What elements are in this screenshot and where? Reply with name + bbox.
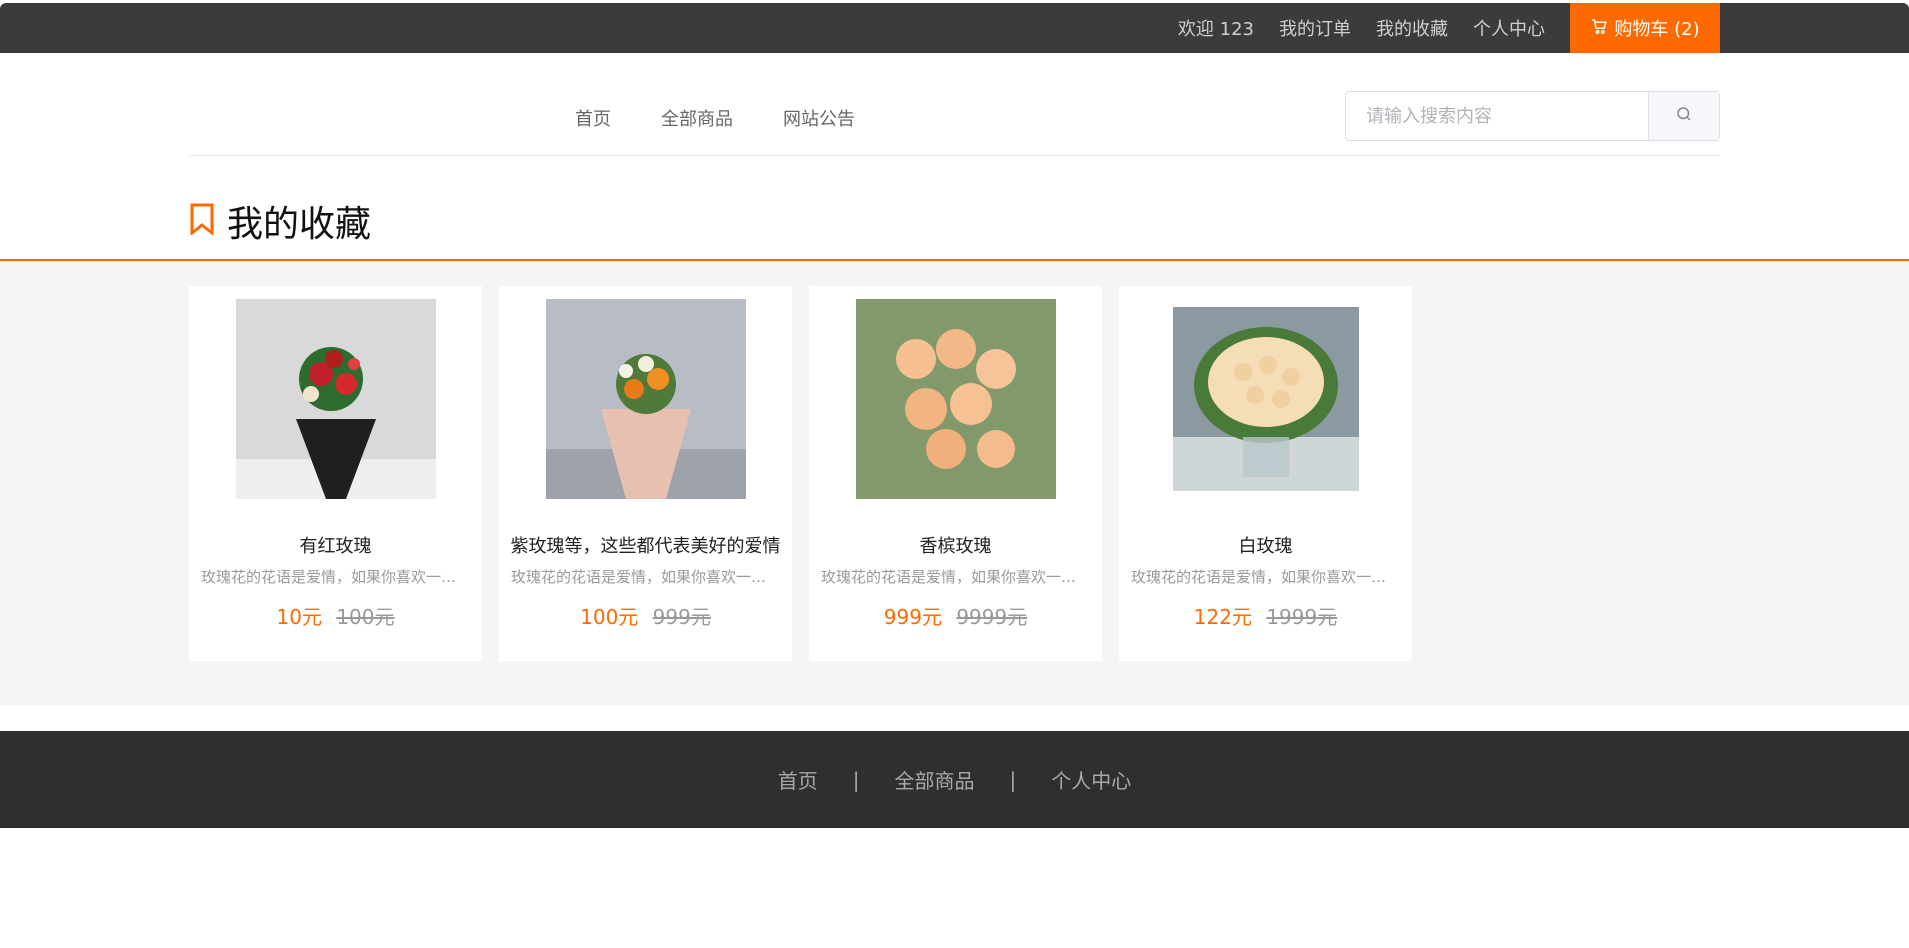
favorite-card[interactable]: 紫玫瑰等，这些都代表美好的爱情 玫瑰花的花语是爱情，如果你喜欢一个... 100… <box>499 286 792 661</box>
favorite-card[interactable]: 白玫瑰 玫瑰花的花语是爱情，如果你喜欢一个... 122元 1999元 <box>1119 286 1412 661</box>
product-original-price: 9999元 <box>956 605 1028 629</box>
product-description: 玫瑰花的花语是爱情，如果你喜欢一个... <box>1131 568 1401 586</box>
footer-separator: | <box>1009 767 1017 792</box>
search-box <box>1345 91 1720 141</box>
product-name[interactable]: 紫玫瑰等，这些都代表美好的爱情 <box>499 532 792 558</box>
product-description: 玫瑰花的花语是爱情，如果你喜欢一个... <box>201 568 471 586</box>
product-image[interactable] <box>855 299 1056 499</box>
cart-button[interactable]: 购物车 (2) <box>1570 3 1720 53</box>
bookmark-icon <box>189 203 215 239</box>
top-bar-links: 欢迎 123 我的订单 我的收藏 个人中心 购物车 (2) <box>1178 3 1720 53</box>
price-row: 999元 9999元 <box>809 601 1102 630</box>
footer-link-profile[interactable]: 个人中心 <box>1051 765 1131 794</box>
my-favorites-link[interactable]: 我的收藏 <box>1376 15 1448 41</box>
search-button[interactable] <box>1648 92 1719 140</box>
cart-label: 购物车 (2) <box>1614 19 1700 40</box>
product-original-price: 100元 <box>336 605 395 629</box>
footer-link-home[interactable]: 首页 <box>778 765 818 794</box>
main-nav: 首页 全部商品 网站公告 <box>575 105 855 131</box>
search-input[interactable] <box>1346 92 1648 140</box>
product-price: 122元 <box>1193 605 1252 629</box>
product-description: 玫瑰花的花语是爱情，如果你喜欢一个... <box>821 568 1091 586</box>
search-icon <box>1675 105 1693 127</box>
my-orders-link[interactable]: 我的订单 <box>1279 15 1351 41</box>
product-original-price: 1999元 <box>1266 605 1338 629</box>
header-divider <box>189 155 1720 156</box>
cart-icon <box>1590 17 1608 40</box>
welcome-user-link[interactable]: 欢迎 123 <box>1178 15 1254 41</box>
product-image[interactable] <box>545 299 746 499</box>
footer-separator: | <box>852 767 860 792</box>
product-name[interactable]: 有红玫瑰 <box>189 532 482 558</box>
title-group: 我的收藏 <box>189 195 371 247</box>
profile-link[interactable]: 个人中心 <box>1473 15 1545 41</box>
product-description: 玫瑰花的花语是爱情，如果你喜欢一个... <box>511 568 781 586</box>
product-name[interactable]: 香槟玫瑰 <box>809 532 1102 558</box>
page-title: 我的收藏 <box>227 204 372 245</box>
page: 欢迎 123 我的订单 我的收藏 个人中心 购物车 (2) 首页 全部商品 网站… <box>0 3 1909 948</box>
top-bar: 欢迎 123 我的订单 我的收藏 个人中心 购物车 (2) <box>0 3 1909 53</box>
nav-home[interactable]: 首页 <box>575 105 611 131</box>
price-row: 122元 1999元 <box>1119 601 1412 630</box>
nav-announcements[interactable]: 网站公告 <box>783 105 855 131</box>
footer: 首页 | 全部商品 | 个人中心 <box>0 731 1909 828</box>
product-price: 999元 <box>883 605 942 629</box>
product-original-price: 999元 <box>652 605 711 629</box>
header: 首页 全部商品 网站公告 <box>0 53 1909 157</box>
product-price: 10元 <box>276 605 322 629</box>
title-section: 我的收藏 <box>0 157 1909 261</box>
product-image[interactable] <box>1166 299 1366 499</box>
product-price: 100元 <box>580 605 639 629</box>
product-name[interactable]: 白玫瑰 <box>1119 532 1412 558</box>
nav-all-products[interactable]: 全部商品 <box>661 105 733 131</box>
price-row: 10元 100元 <box>189 601 482 630</box>
product-image[interactable] <box>235 299 436 499</box>
favorites-grid: 有红玫瑰 玫瑰花的花语是爱情，如果你喜欢一个... 10元 100元 紫玫瑰等，… <box>189 286 1412 661</box>
favorites-section: 有红玫瑰 玫瑰花的花语是爱情，如果你喜欢一个... 10元 100元 紫玫瑰等，… <box>0 261 1909 705</box>
favorite-card[interactable]: 有红玫瑰 玫瑰花的花语是爱情，如果你喜欢一个... 10元 100元 <box>189 286 482 661</box>
favorite-card[interactable]: 香槟玫瑰 玫瑰花的花语是爱情，如果你喜欢一个... 999元 9999元 <box>809 286 1102 661</box>
price-row: 100元 999元 <box>499 601 792 630</box>
footer-link-all-products[interactable]: 全部商品 <box>895 765 975 794</box>
